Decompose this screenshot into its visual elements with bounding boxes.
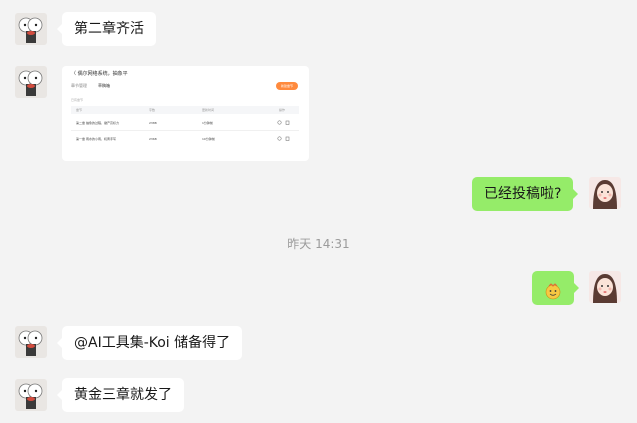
row-time: 1分钟前 [202,121,213,125]
screenshot-tab: 章节管理 [71,83,87,88]
avatar-self[interactable] [589,177,621,209]
avatar-contact[interactable] [15,379,47,411]
message-bubble-outgoing-sticker[interactable] [532,271,579,305]
header-words: 字数 [149,108,156,112]
message-bubble-outgoing[interactable]: 已经投稿啦? [472,177,579,211]
edit-icon [277,120,282,126]
screenshot-table-header: 章节 字数 更新时间 操作 [71,106,299,114]
row-chapter: 第一章 雨水的小雨，机黄手写 [76,137,116,141]
header-chapter: 章节 [76,108,83,112]
avatar-contact[interactable] [15,326,47,358]
row-words: 2368 [149,137,157,141]
edit-icon [277,136,282,142]
screenshot-new-button: 新建章节 [276,82,298,90]
row-words: 2388 [149,121,157,125]
header-actions: 操作 [279,108,286,112]
message-bubble[interactable]: 第二章齐活 [57,12,156,46]
avatar-self[interactable] [589,271,621,303]
avatar-contact[interactable] [15,13,47,45]
row-time: 10分钟前 [202,137,215,141]
row-chapter: 第二章 抽象的过程，撤产高标力 [76,121,119,125]
avatar-contact[interactable] [15,66,47,98]
table-row: 第二章 抽象的过程，撤产高标力 2388 1分钟前 [71,118,299,128]
screenshot-section-label: 已有章节 [71,98,84,102]
table-row: 第一章 雨水的小雨，机黄手写 2368 10分钟前 [71,134,299,144]
divider [71,130,299,131]
screenshot-title: 〈 偶尔网络系统，抽象平 [71,71,128,77]
image-message[interactable]: 〈 偶尔网络系统，抽象平 章节管理 草稿箱 新建章节 已有章节 章节 字数 更新… [62,66,309,161]
header-time: 更新时间 [202,108,215,112]
message-bubble[interactable]: 黄金三章就发了 [57,378,184,412]
delete-icon [285,136,290,142]
smiling-emoji-sticker-icon [544,279,562,300]
message-bubble[interactable]: @AI工具集-Koi 储备得了 [56,326,243,360]
screenshot-tab-active: 草稿箱 [98,83,110,88]
delete-icon [285,120,290,126]
chat-timestamp: 昨天 14:31 [287,237,350,251]
